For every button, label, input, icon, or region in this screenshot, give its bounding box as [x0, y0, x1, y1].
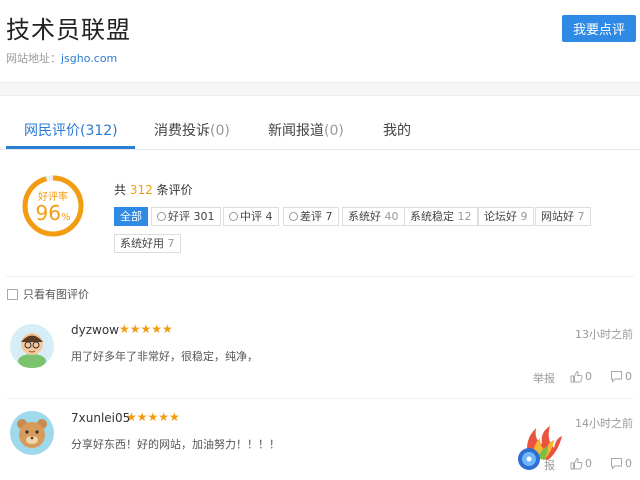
- filter-system-stable-label: 系统稳定: [410, 210, 454, 223]
- filter-negative[interactable]: 差评 7: [283, 207, 339, 226]
- total-prefix: 共: [114, 183, 127, 197]
- review-username[interactable]: 7xunlei05: [71, 411, 130, 425]
- filter-system-good-label: 系统好: [348, 210, 381, 223]
- filter-forum-good-label: 论坛好: [484, 210, 517, 223]
- tab-mine[interactable]: 我的: [383, 120, 411, 140]
- tab-bar: 网民评价(312) 消费投诉(0) 新闻报道(0) 我的: [0, 110, 640, 150]
- filter-system-usable[interactable]: 系统好用 7: [114, 234, 181, 253]
- report-link[interactable]: 举报: [533, 370, 555, 386]
- gauge-unit: %: [60, 212, 71, 223]
- like-button[interactable]: 0: [570, 370, 592, 383]
- review-text: 分享好东西！好的网站，加油努力！！！！: [71, 438, 280, 451]
- review-time: 13小时之前: [575, 328, 633, 341]
- section-divider-band: [0, 82, 640, 96]
- tab-news[interactable]: 新闻报道(0): [268, 120, 344, 140]
- image-only-label: 只看有图评价: [23, 288, 89, 301]
- tab-reviews-label: 网民评价: [24, 123, 80, 139]
- filter-website-good[interactable]: 网站好 7: [535, 207, 591, 226]
- thumbs-up-icon: [570, 370, 583, 383]
- reply-count: 0: [625, 370, 632, 383]
- site-url: 网站地址：jsgho.com: [6, 50, 117, 66]
- filter-negative-label: 差评: [300, 210, 322, 223]
- avatar[interactable]: [9, 323, 55, 369]
- filter-neutral-count: 4: [265, 210, 273, 223]
- reply-button[interactable]: 0: [610, 457, 632, 470]
- gauge-value: 96%: [21, 201, 85, 225]
- tab-reviews[interactable]: 网民评价(312): [24, 120, 118, 140]
- avatar[interactable]: [9, 410, 55, 456]
- filter-neutral[interactable]: 中评 4: [223, 207, 279, 226]
- filter-system-stable-count: 12: [457, 210, 472, 223]
- review-separator: [6, 398, 634, 399]
- write-review-button[interactable]: 我要点评: [562, 15, 636, 42]
- filter-positive[interactable]: 好评 301: [151, 207, 221, 226]
- like-count: 0: [585, 370, 592, 383]
- gauge-number: 96: [35, 201, 61, 225]
- filter-positive-label: 好评: [168, 210, 190, 223]
- watermark-logo-icon: [518, 426, 562, 470]
- reply-count: 0: [625, 457, 632, 470]
- image-only-filter[interactable]: 只看有图评价: [7, 286, 89, 302]
- smile-icon: [157, 212, 166, 221]
- active-tab-indicator: [6, 146, 135, 149]
- filter-all-label: 全部: [120, 210, 142, 223]
- filter-website-good-label: 网站好: [541, 210, 574, 223]
- reply-button[interactable]: 0: [610, 370, 632, 383]
- filter-forum-good-count: 9: [520, 210, 528, 223]
- review-text: 用了好多年了非常好，很稳定，纯净，: [71, 350, 258, 363]
- image-only-checkbox[interactable]: [7, 289, 18, 300]
- total-count: 312: [129, 183, 153, 197]
- filter-forum-good[interactable]: 论坛好 9: [478, 207, 534, 226]
- tab-complaints-label: 消费投诉: [154, 123, 210, 139]
- review-star-rating: ★★★★★: [119, 322, 173, 336]
- tab-complaints-count: (0): [210, 123, 230, 139]
- frown-icon: [289, 212, 298, 221]
- filter-system-good[interactable]: 系统好 40: [342, 207, 405, 226]
- like-button[interactable]: 0: [570, 457, 592, 470]
- filter-neutral-label: 中评: [240, 210, 262, 223]
- tab-news-count: (0): [324, 123, 344, 139]
- filter-system-usable-count: 7: [167, 237, 175, 250]
- neutral-face-icon: [229, 212, 238, 221]
- total-suffix: 条评价: [156, 183, 193, 197]
- tab-reviews-count: (312): [80, 123, 118, 139]
- site-url-link[interactable]: jsgho.com: [61, 52, 117, 65]
- filter-system-usable-label: 系统好用: [120, 237, 164, 250]
- filter-negative-count: 7: [325, 210, 333, 223]
- comment-icon: [611, 371, 622, 383]
- filter-system-good-count: 40: [384, 210, 399, 223]
- filter-website-good-count: 7: [577, 210, 585, 223]
- summary-divider: [6, 276, 634, 277]
- review-time: 14小时之前: [575, 417, 633, 430]
- tab-complaints[interactable]: 消费投诉(0): [154, 120, 230, 140]
- url-label: 网站地址：: [6, 52, 61, 65]
- filter-system-stable[interactable]: 系统稳定 12: [404, 207, 478, 226]
- like-count: 0: [585, 457, 592, 470]
- thumbs-up-icon: [570, 457, 583, 470]
- tab-news-label: 新闻报道: [268, 123, 324, 139]
- filter-all[interactable]: 全部: [114, 207, 148, 226]
- site-title: 技术员联盟: [6, 16, 131, 44]
- tab-mine-label: 我的: [383, 123, 411, 139]
- review-star-rating: ★★★★★: [126, 410, 180, 424]
- filter-positive-count: 301: [193, 210, 215, 223]
- review-username[interactable]: dyzwow: [71, 323, 119, 337]
- comment-icon: [611, 458, 622, 470]
- total-reviews: 共 312 条评价: [114, 181, 193, 198]
